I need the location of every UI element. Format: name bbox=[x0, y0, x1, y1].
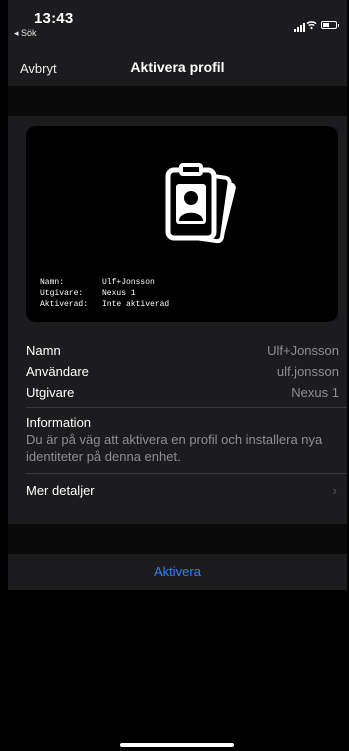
status-bar: 13:43 ◂ Sök bbox=[8, 0, 347, 48]
detail-label: Namn bbox=[26, 343, 61, 358]
home-indicator[interactable] bbox=[120, 743, 234, 747]
more-details-label: Mer detaljer bbox=[26, 483, 95, 498]
navigation-bar: Avbryt Aktivera profil bbox=[8, 48, 347, 86]
identity-card: Namn: Ulf+Jonsson Utgivare: Nexus 1 Aktive… bbox=[26, 126, 338, 322]
page-title: Aktivera profil bbox=[130, 59, 225, 75]
detail-label: Användare bbox=[26, 364, 89, 379]
divider bbox=[26, 407, 347, 408]
detail-row-issuer: Utgivare Nexus 1 bbox=[26, 382, 347, 403]
activate-button[interactable]: Aktivera bbox=[8, 564, 347, 579]
information-text: Du är på väg att aktivera en profil och … bbox=[26, 432, 323, 464]
detail-label: Utgivare bbox=[26, 385, 75, 400]
information-heading: Information bbox=[26, 415, 92, 430]
detail-row-user: Användare ulf.jonsson bbox=[26, 361, 347, 382]
phone-screen: 13:43 ◂ Sök Avbryt Aktivera profil Namn:… bbox=[8, 0, 347, 751]
card-info: Namn: Ulf+Jonsson Utgivare: Nexus 1 Aktive… bbox=[40, 277, 169, 310]
wifi-icon bbox=[306, 21, 317, 30]
more-details-row[interactable]: Mer detaljer › bbox=[26, 474, 347, 508]
detail-value: ulf.jonsson bbox=[276, 364, 339, 379]
signal-icon bbox=[294, 22, 305, 32]
profile-details: Namn Ulf+Jonsson Användare ulf.jonsson U… bbox=[26, 340, 347, 508]
detail-value: Ulf+Jonsson bbox=[267, 343, 339, 358]
card-key-issuer: Utgivare: bbox=[40, 289, 84, 298]
id-badge-stack-icon bbox=[165, 163, 236, 244]
chevron-right-icon: › bbox=[332, 483, 337, 498]
section-spacer bbox=[8, 524, 347, 554]
back-to-search-link[interactable]: ◂ Sök bbox=[14, 28, 37, 39]
section-spacer bbox=[8, 86, 347, 116]
card-value-activated: Inte aktiverad bbox=[102, 300, 170, 309]
battery-icon bbox=[321, 21, 339, 29]
card-value-issuer: Nexus 1 bbox=[102, 289, 136, 298]
status-time: 13:43 bbox=[34, 10, 74, 27]
card-key-activated: Aktiverad: bbox=[40, 300, 89, 309]
activate-row[interactable]: Aktivera bbox=[8, 554, 347, 590]
card-key-name: Namn: bbox=[40, 278, 65, 287]
detail-value: Nexus 1 bbox=[291, 385, 339, 400]
card-value-name: Ulf+Jonsson bbox=[102, 278, 155, 287]
profile-panel: Namn: Ulf+Jonsson Utgivare: Nexus 1 Aktive… bbox=[8, 116, 347, 524]
detail-row-name: Namn Ulf+Jonsson bbox=[26, 340, 347, 361]
